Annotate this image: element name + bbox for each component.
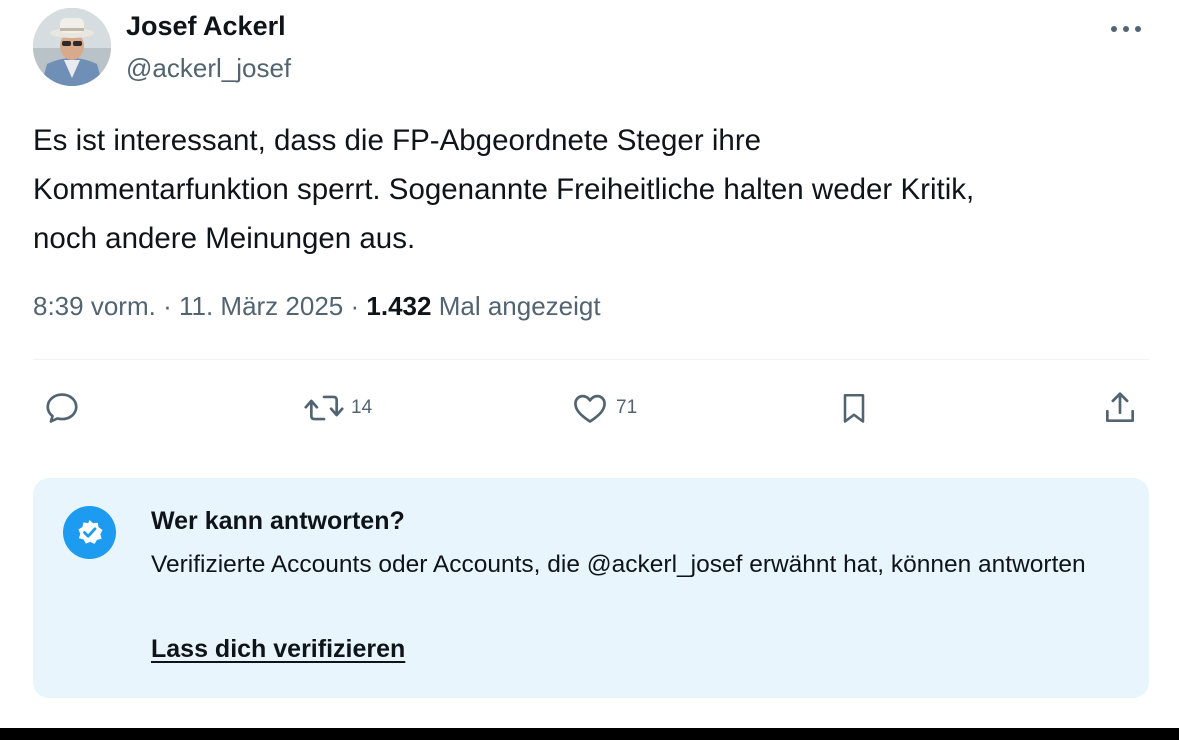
heart-icon [574,394,606,423]
reply-icon [46,393,78,423]
tweet-text: Es ist interessant, dass die FP-Abgeordn… [33,124,975,255]
tweet-card: Josef Ackerl @ackerl_josef Es ist intere… [0,0,1179,728]
like-count: 71 [616,397,638,418]
author-avatar[interactable] [33,8,111,86]
retweet-icon [304,395,344,421]
verified-badge-icon [63,506,116,559]
author-name[interactable]: Josef Ackerl [126,11,286,42]
tweet-date[interactable]: 11. März 2025 [179,291,343,321]
tweet-time[interactable]: 8:39 vorm. [33,291,156,321]
bookmark-icon [843,393,865,423]
get-verified-link[interactable]: Lass dich verifizieren [151,635,405,664]
reply-button[interactable] [42,389,82,427]
like-button[interactable]: 71 [570,389,637,427]
retweet-button[interactable]: 14 [303,389,372,427]
share-button[interactable] [1100,389,1140,427]
reply-restriction-description: Verifizierte Accounts oder Accounts, die… [151,551,1086,578]
divider [33,359,1149,360]
views-count: 1.432 [366,291,432,321]
share-icon [1105,392,1135,423]
meta-separator: · [163,291,172,321]
more-dots-icon [1111,26,1141,32]
more-options-button[interactable] [1106,14,1146,44]
bookmark-button[interactable] [836,389,872,427]
views-label: Mal angezeigt [438,291,601,321]
meta-separator: · [350,291,360,321]
tweet-meta: 8:39 vorm. · 11. März 2025 · 1.432 Mal a… [33,291,601,322]
author-handle[interactable]: @ackerl_josef [126,53,291,84]
avatar-photo-icon [33,8,111,86]
retweet-count: 14 [351,397,373,418]
reply-restriction-notice: Wer kann antworten? Verifizierte Account… [33,478,1149,698]
reply-restriction-title: Wer kann antworten? [151,507,405,535]
